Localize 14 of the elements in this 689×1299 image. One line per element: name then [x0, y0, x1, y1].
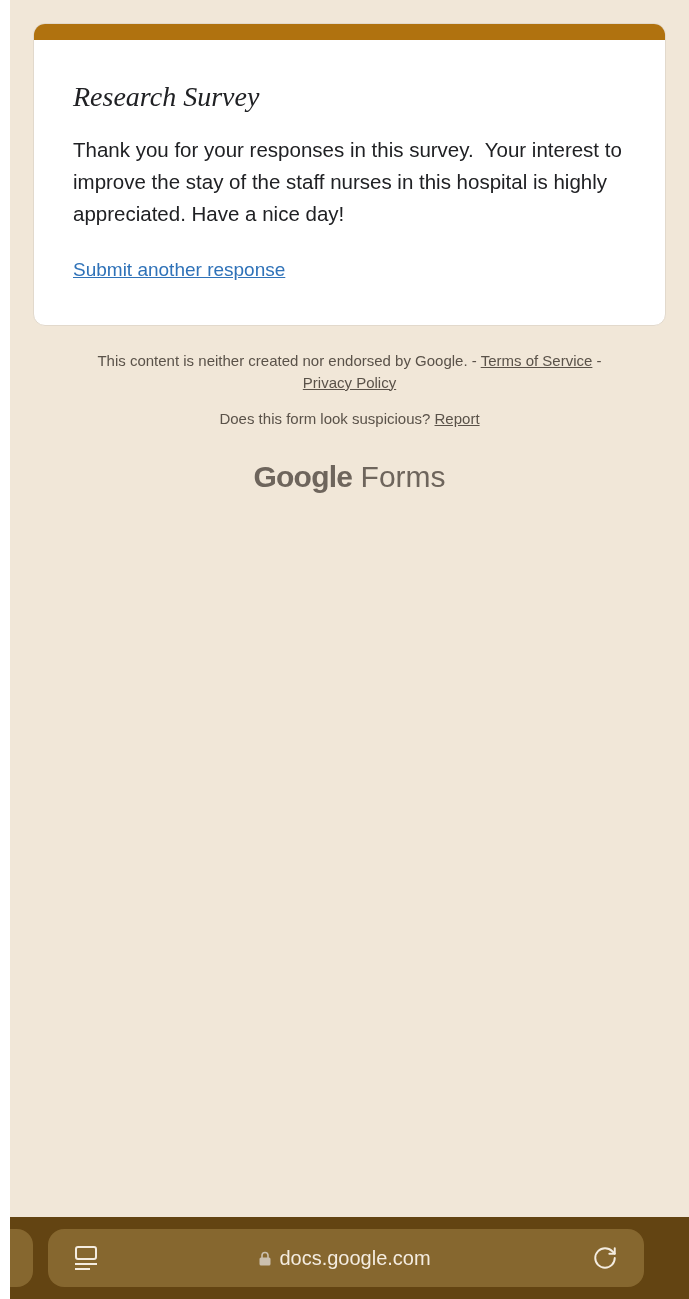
footer-link[interactable]: Privacy Policy	[302, 373, 397, 391]
disclaimer-text: This content is neither created nor endorsed by Google. - Terms of Service - Privacy Policy	[96, 350, 603, 393]
lock-icon	[259, 1250, 272, 1266]
address-bar[interactable]: docs.google.com	[48, 1229, 644, 1287]
tabs-icon[interactable]	[74, 1245, 98, 1271]
footer-link[interactable]: Terms of Service	[480, 351, 593, 369]
report-text: Does this form look suspicious? Report	[219, 408, 480, 429]
footer-link[interactable]: Report	[434, 409, 480, 427]
url-text: docs.google.com	[279, 1246, 431, 1271]
google-forms-logo: Google Forms	[253, 458, 446, 495]
confirmation-message: Thank you for your responses in this survey. Your interest to improve the stay of the staff nurses in this hospital is highly appreciated. Have a nice day!	[73, 137, 623, 227]
submit-another-link[interactable]: Submit another response	[73, 256, 286, 285]
form-title: Research Survey	[73, 80, 261, 114]
reload-icon[interactable]	[592, 1245, 618, 1271]
